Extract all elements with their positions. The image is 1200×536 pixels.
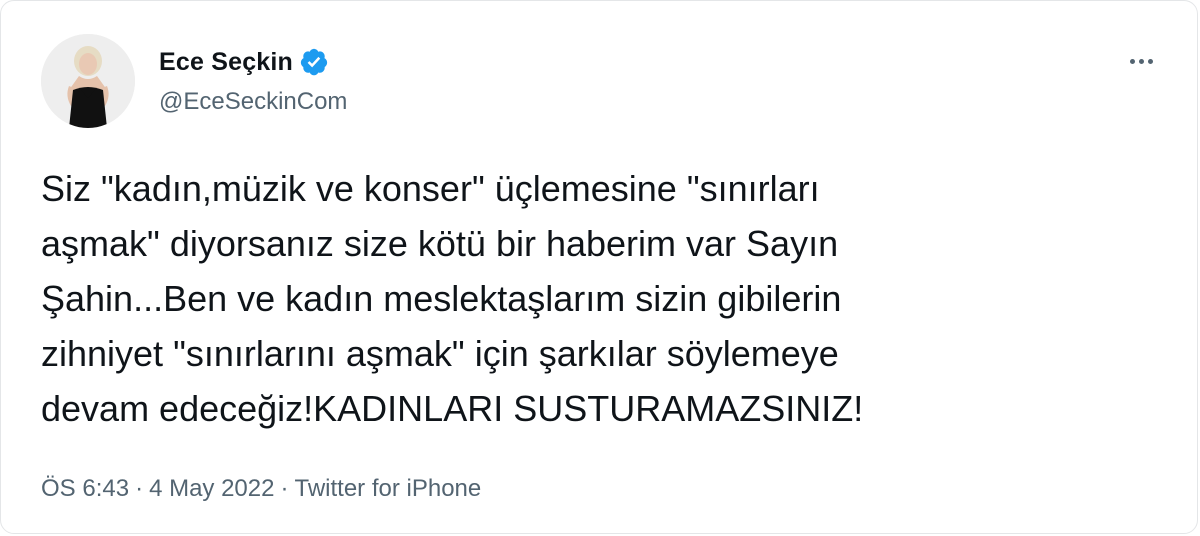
tweet-text-line: Siz "kadın,müzik ve konser" üçlemesine "… bbox=[41, 168, 820, 209]
tweet-text-line: aşmak" diyorsanız size kötü bir haberim … bbox=[41, 223, 839, 264]
author-display-name[interactable]: Ece Seçkin bbox=[159, 48, 293, 77]
avatar[interactable] bbox=[41, 34, 135, 128]
tweet-source-link[interactable]: Twitter for iPhone bbox=[294, 475, 481, 502]
meta-separator: · bbox=[135, 475, 144, 502]
tweet-time-link[interactable]: ÖS 6:43 bbox=[41, 475, 129, 502]
author-name-row: Ece Seçkin bbox=[159, 45, 329, 79]
meta-separator: · bbox=[280, 475, 289, 502]
tweet-date-link[interactable]: 4 May 2022 bbox=[149, 475, 274, 502]
tweet-text-line: zihniyet "sınırlarını aşmak" için şarkıl… bbox=[41, 333, 839, 374]
tweet-metadata: ÖS 6:43 · 4 May 2022 · Twitter for iPhone bbox=[41, 475, 481, 503]
tweet-text-line: devam edeceğiz!KADINLARI SUSTURAMAZSINIZ… bbox=[41, 388, 864, 429]
profile-photo-icon bbox=[41, 34, 135, 128]
tweet-card: Ece Seçkin @EceSeckinCom Siz "kadın,müzi… bbox=[0, 0, 1198, 534]
more-options-icon[interactable] bbox=[1121, 49, 1161, 73]
author-handle[interactable]: @EceSeckinCom bbox=[159, 88, 347, 116]
tweet-text: Siz "kadın,müzik ve konser" üçlemesine "… bbox=[41, 161, 1161, 436]
tweet-text-line: Şahin...Ben ve kadın meslektaşlarım sizi… bbox=[41, 278, 842, 319]
verified-badge-icon bbox=[299, 47, 329, 77]
